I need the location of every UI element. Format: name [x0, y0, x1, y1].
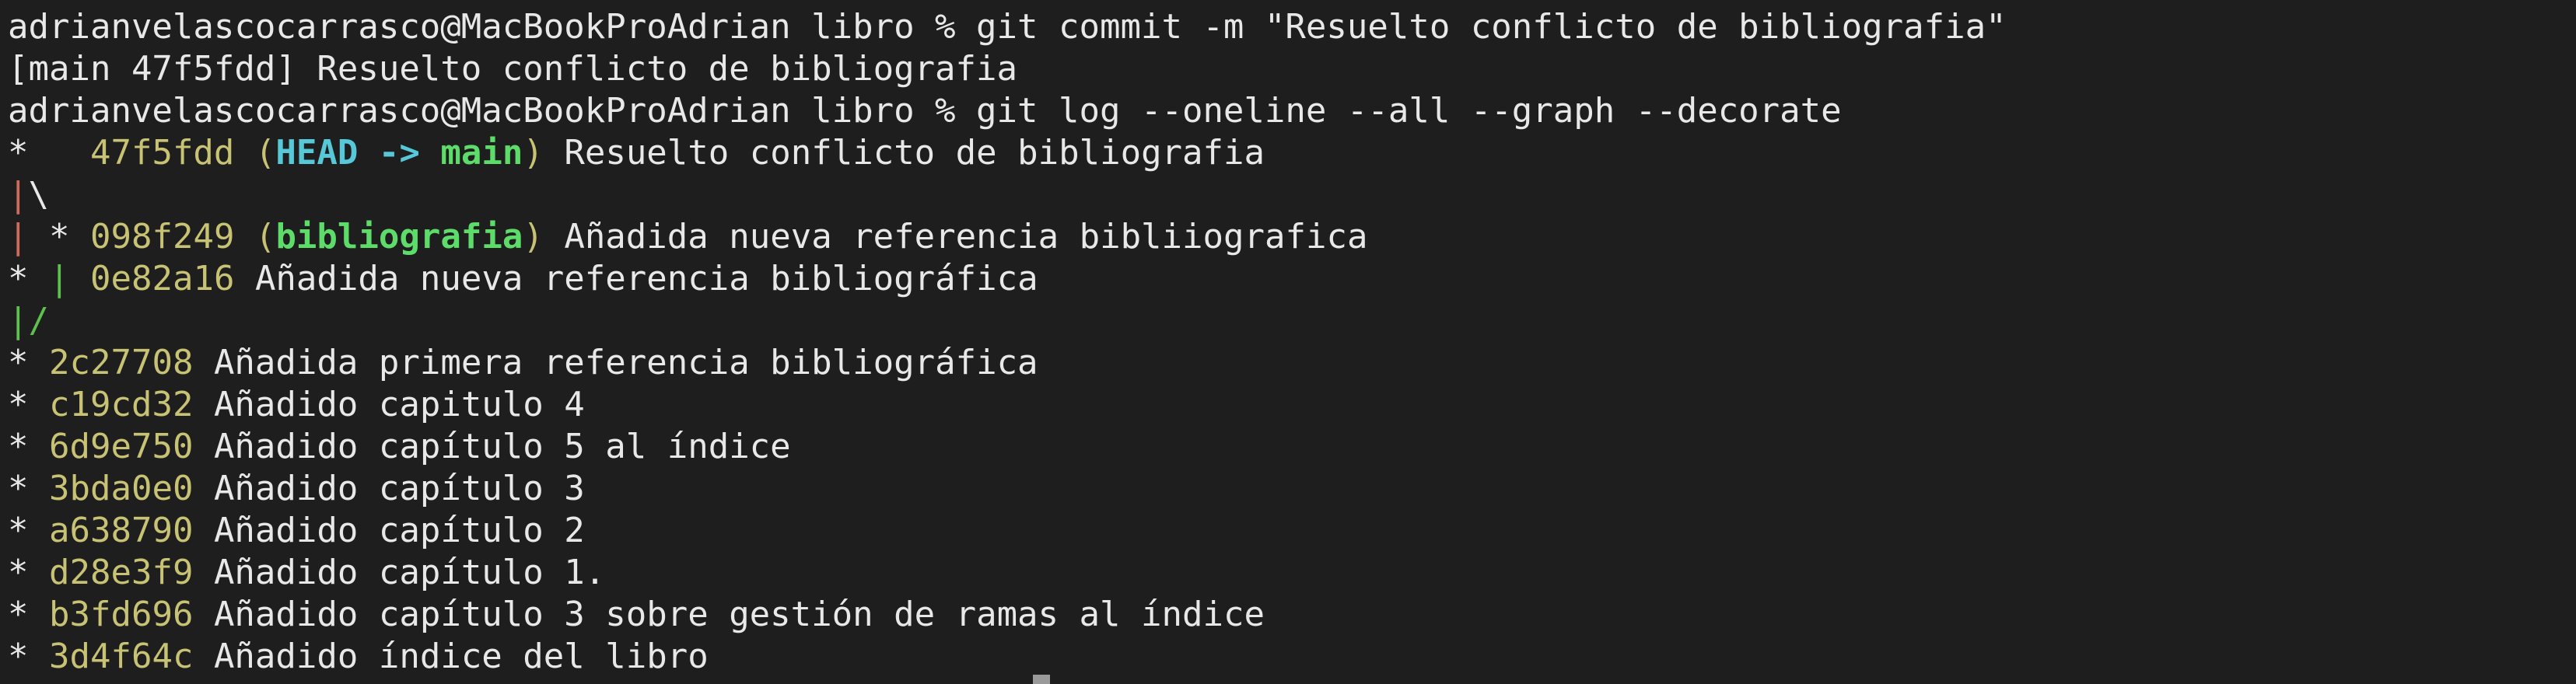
log-entry: * 47f5fdd (HEAD -> main) Resuelto confli… — [8, 133, 1265, 173]
terminal-window[interactable]: adrianvelascocarrasco@MacBookProAdrian l… — [0, 0, 2576, 684]
terminal-cursor — [1033, 675, 1050, 684]
graph-star: * — [49, 217, 70, 256]
commit-output: [main 47f5fdd] Resuelto conflicto de bib… — [8, 49, 1018, 89]
branch-label-main: main — [440, 133, 523, 173]
log-entry: * d28e3f9 Añadido capítulo 1. — [8, 552, 605, 594]
commit-hash: 2c27708 — [49, 343, 194, 382]
graph-star: * — [8, 595, 29, 634]
commit-message: Añadido capítulo 3 sobre gestión de rama… — [213, 595, 1265, 634]
log-entry: * 3d4f64c Añadido índice del libro — [8, 636, 709, 678]
command-line-commit: adrianvelascocarrasco@MacBookProAdrian l… — [8, 6, 2007, 48]
commit-hash: 3bda0e0 — [49, 469, 194, 508]
log-entry: * a638790 Añadido capítulo 2 — [8, 510, 585, 552]
log-entry: | * 098f249 (bibliografia) Añadida nueva… — [8, 217, 1368, 256]
graph-star: * — [8, 133, 29, 173]
commit-message: Añadida primera referencia bibliográfica — [213, 343, 1038, 382]
graph-star: * — [8, 511, 29, 550]
commit-hash: b3fd696 — [49, 595, 194, 634]
commit-hash: a638790 — [49, 511, 194, 550]
commit-hash: 3d4f64c — [49, 637, 194, 676]
commit-message: Añadida nueva referencia bibliiografica — [564, 217, 1368, 256]
log-entry: * c19cd32 Añadido capitulo 4 — [8, 384, 585, 426]
graph-pipe: | — [49, 259, 70, 298]
head-label: HEAD — [275, 133, 359, 173]
commit-message: Añadido capítulo 5 al índice — [213, 427, 791, 466]
log-entry: * | 0e82a16 Añadida nueva referencia bib… — [8, 258, 1038, 300]
graph-star: * — [8, 469, 29, 508]
commit-message: Añadido índice del libro — [213, 637, 709, 676]
commit-hash: 098f249 — [90, 217, 235, 256]
commit-message: Añadido capítulo 1. — [213, 553, 606, 592]
graph-branch-close: |/ — [8, 301, 49, 340]
graph-pipe: | — [8, 217, 29, 256]
head-arrow: -> — [378, 133, 420, 173]
branch-label-bibliografia: bibliografia — [275, 217, 523, 256]
commit-message: Añadido capítulo 3 — [213, 469, 585, 508]
commit-hash: 47f5fdd — [89, 133, 235, 173]
commit-message: Añadido capitulo 4 — [213, 385, 585, 424]
graph-star: * — [8, 637, 29, 676]
commit-hash: 0e82a16 — [90, 259, 235, 298]
graph-branch-close-line: |/ — [8, 300, 49, 342]
graph-star: * — [8, 385, 29, 424]
graph-backslash: \ — [28, 175, 50, 215]
log-entry: * 3bda0e0 Añadido capítulo 3 — [8, 468, 585, 510]
shell-prompt: adrianvelascocarrasco@MacBookProAdrian l… — [8, 91, 977, 131]
graph-star: * — [8, 427, 29, 466]
commit-hash: c19cd32 — [49, 385, 194, 424]
log-entry: * 6d9e750 Añadido capítulo 5 al índice — [8, 426, 791, 468]
log-entry: * 2c27708 Añadida primera referencia bib… — [8, 342, 1038, 384]
commit-message: Añadida nueva referencia bibliográfica — [254, 259, 1038, 298]
graph-star: * — [8, 553, 29, 592]
command-line-log: adrianvelascocarrasco@MacBookProAdrian l… — [8, 90, 1842, 132]
shell-prompt: adrianvelascocarrasco@MacBookProAdrian l… — [8, 7, 977, 47]
commit-hash: d28e3f9 — [49, 553, 194, 592]
commit-hash: 6d9e750 — [49, 427, 194, 466]
graph-star: * — [8, 259, 29, 298]
commit-message: Resuelto conflicto de bibliografia — [564, 133, 1265, 173]
graph-star: * — [8, 343, 29, 382]
commit-message: Añadido capítulo 2 — [213, 511, 585, 550]
graph-pipe: | — [8, 175, 29, 215]
log-entry: * b3fd696 Añadido capítulo 3 sobre gesti… — [8, 594, 1265, 636]
command-text: git log --oneline --all --graph --decora… — [976, 91, 1842, 131]
command-text: git commit -m "Resuelto conflicto de bib… — [976, 7, 2007, 47]
graph-merge-line: |\ — [8, 174, 49, 216]
